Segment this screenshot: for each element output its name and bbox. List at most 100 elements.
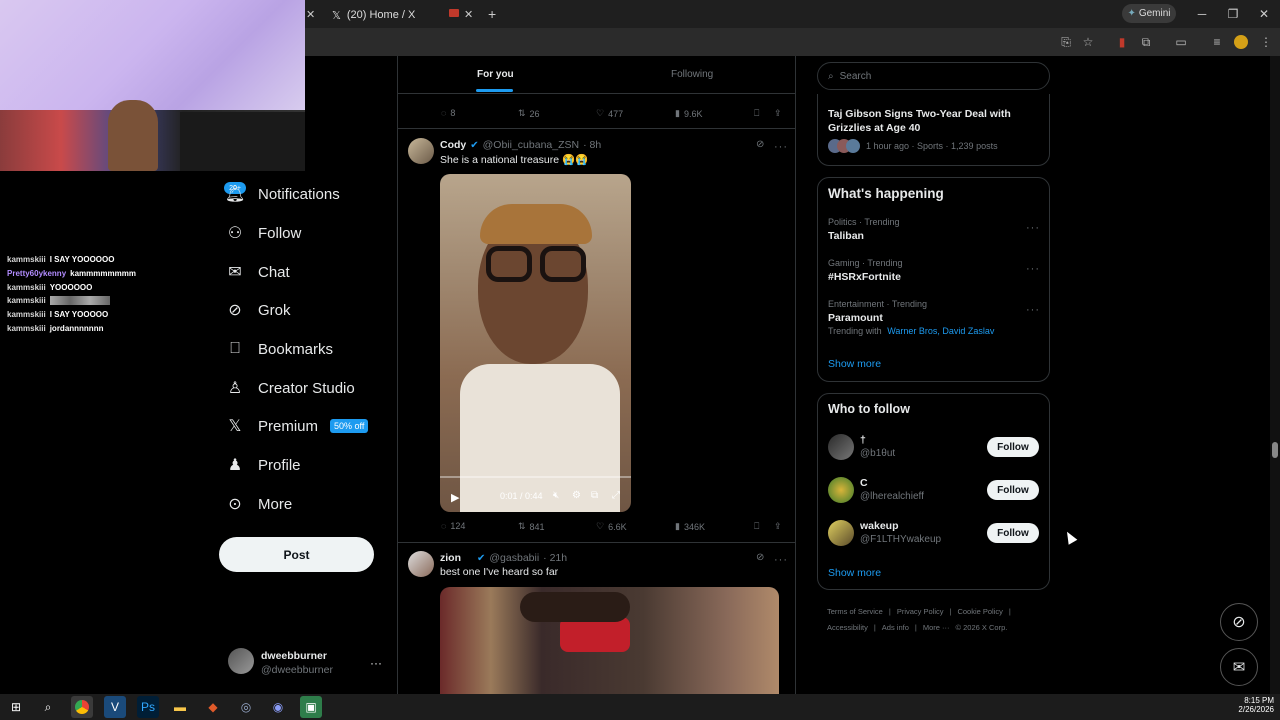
steam-icon[interactable]: ◎ [235, 696, 257, 718]
account-menu-icon[interactable]: ··· [370, 656, 382, 670]
repost-button[interactable]: ⇅ 26 [518, 108, 540, 119]
windows-start-icon[interactable]: ⊞ [5, 696, 27, 718]
bookmark-post-icon[interactable]: ⎕ [754, 521, 759, 532]
cast-icon[interactable]: ▭ [1173, 34, 1189, 50]
mail-tab-icon[interactable] [449, 9, 459, 17]
menu-kebab-icon[interactable]: ⋮ [1258, 34, 1274, 50]
extensions-puzzle-icon[interactable]: ⧉ [1138, 34, 1154, 50]
gemini-button[interactable]: ✦ Gemini [1122, 4, 1176, 23]
follow-button[interactable]: Follow [987, 523, 1039, 543]
like-button[interactable]: ♡ 6.6K [596, 521, 627, 532]
reply-button[interactable]: ◌ 124 [441, 521, 465, 531]
author-name[interactable]: Cody [440, 139, 466, 151]
avatar[interactable] [828, 520, 854, 546]
footer-link[interactable]: Ads info [882, 620, 909, 636]
install-icon[interactable]: ⎘ [1058, 34, 1074, 50]
search-icon[interactable]: ⌕ [37, 696, 59, 718]
extension-icon[interactable]: ▮ [1114, 34, 1130, 50]
nav-more[interactable]: ⊙ More [226, 490, 292, 518]
file-explorer-icon[interactable]: ▬ [169, 696, 191, 718]
photoshop-icon[interactable]: Ps [137, 696, 159, 718]
discord-icon[interactable]: ◉ [267, 696, 289, 718]
follow-button[interactable]: Follow [987, 480, 1039, 500]
minimize-icon[interactable]: ─ [1188, 4, 1216, 24]
account-avatar[interactable] [228, 648, 254, 674]
nav-follow[interactable]: ⚇ Follow [226, 219, 302, 247]
views-button[interactable]: ▮ 346K [675, 521, 705, 532]
close-tab-icon[interactable]: ✕ [464, 8, 473, 21]
share-icon[interactable]: ⇪ [774, 521, 782, 532]
post-more-icon[interactable]: ··· [774, 137, 788, 155]
search-input[interactable]: ⌕ Search [817, 62, 1050, 90]
show-more-trends[interactable]: Show more [828, 358, 881, 370]
media-icon[interactable]: ≡ [1209, 34, 1225, 50]
tab-for-you[interactable]: For you [477, 69, 514, 80]
profile-avatar-icon[interactable] [1234, 35, 1248, 49]
post-button[interactable]: Post [219, 537, 374, 572]
footer-link[interactable]: More ··· [923, 620, 950, 636]
brave-icon[interactable]: ◆ [202, 696, 224, 718]
avatar[interactable] [408, 551, 434, 577]
close-window-icon[interactable]: ✕ [1250, 4, 1278, 24]
author-handle[interactable]: @gasbabii [489, 552, 539, 564]
nav-bookmarks[interactable]: ⎕ Bookmarks [226, 335, 333, 363]
video-player[interactable]: ▶ 0:01 / 0:44 🔇︎ ⚙ ⧉ ⤢ [440, 174, 631, 512]
settings-icon[interactable]: ⚙ [572, 490, 581, 501]
reply-button[interactable]: ◌ 8 [441, 108, 455, 118]
bookmark-star-icon[interactable]: ☆ [1080, 34, 1096, 50]
grok-post-icon[interactable]: ⊘ [756, 552, 764, 563]
like-button[interactable]: ♡ 477 [596, 108, 623, 119]
video-progress-track[interactable] [440, 476, 631, 478]
close-tab-icon[interactable]: ✕ [306, 8, 315, 21]
share-icon[interactable]: ⇪ [774, 108, 782, 119]
suggestion-handle[interactable]: @b1θut [860, 448, 895, 459]
nav-chat[interactable]: ✉ Chat [226, 258, 289, 286]
chrome-icon[interactable] [71, 696, 93, 718]
avatar[interactable] [408, 138, 434, 164]
scrollbar[interactable] [1270, 56, 1280, 694]
vegas-icon[interactable]: V [104, 696, 126, 718]
suggestion-handle[interactable]: @F1LTHYwakeup [860, 534, 941, 545]
follow-button[interactable]: Follow [987, 437, 1039, 457]
post-image[interactable] [440, 587, 779, 694]
trending-with-links[interactable]: Warner Bros, David Zaslav [887, 326, 994, 336]
avatar[interactable] [828, 434, 854, 460]
trend-item[interactable]: Entertainment · Trending Paramount Trend… [828, 299, 994, 336]
fullscreen-icon[interactable]: ⤢ [612, 490, 620, 501]
news-title[interactable]: Taj Gibson Signs Two-Year Deal with Griz… [828, 108, 1043, 135]
grok-float-button[interactable]: ⊘ [1220, 603, 1258, 641]
trend-item[interactable]: Gaming · Trending #HSRxFortnite [828, 258, 903, 283]
nav-profile[interactable]: ♟ Profile [226, 451, 301, 479]
author-handle[interactable]: @Obii_cubana_ZSN [483, 139, 579, 151]
mute-icon[interactable]: 🔇︎ [553, 490, 559, 501]
show-more-follow[interactable]: Show more [828, 567, 881, 579]
pip-icon[interactable]: ⧉ [591, 490, 598, 501]
footer-link[interactable]: Cookie Policy [957, 604, 1002, 620]
nav-grok[interactable]: ⊘ Grok [226, 296, 290, 324]
author-name[interactable]: zion [440, 552, 461, 564]
post-more-icon[interactable]: ··· [774, 550, 788, 568]
footer-link[interactable]: Privacy Policy [897, 604, 944, 620]
repost-button[interactable]: ⇅ 841 [518, 521, 545, 532]
restore-icon[interactable]: ❐ [1219, 4, 1247, 24]
grok-post-icon[interactable]: ⊘ [756, 139, 764, 150]
nav-premium[interactable]: 𝕏 Premium 50% off [226, 412, 369, 440]
suggestion-handle[interactable]: @lherealchieff [860, 491, 924, 502]
nav-creator-studio[interactable]: ♙ Creator Studio [226, 374, 355, 402]
trend-more-icon[interactable]: ··· [1026, 218, 1040, 236]
footer-link[interactable]: Accessibility [827, 620, 868, 636]
play-icon[interactable]: ▶ [451, 491, 459, 504]
suggestion-name[interactable]: wakeup [860, 520, 899, 532]
messages-float-button[interactable]: ✉ [1220, 648, 1258, 686]
avatar[interactable] [828, 477, 854, 503]
bookmark-post-icon[interactable]: ⎕ [754, 108, 759, 119]
suggestion-name[interactable]: C [860, 477, 868, 489]
scrollbar-thumb[interactable] [1272, 442, 1278, 458]
footer-link[interactable]: Terms of Service [827, 604, 883, 620]
app-icon[interactable]: ▣ [300, 696, 322, 718]
browser-tab-home[interactable]: 𝕏 (20) Home / X [326, 4, 451, 26]
trend-more-icon[interactable]: ··· [1026, 259, 1040, 277]
trend-more-icon[interactable]: ··· [1026, 300, 1040, 318]
suggestion-name[interactable]: † [860, 434, 866, 446]
new-tab-button[interactable]: + [488, 6, 496, 22]
